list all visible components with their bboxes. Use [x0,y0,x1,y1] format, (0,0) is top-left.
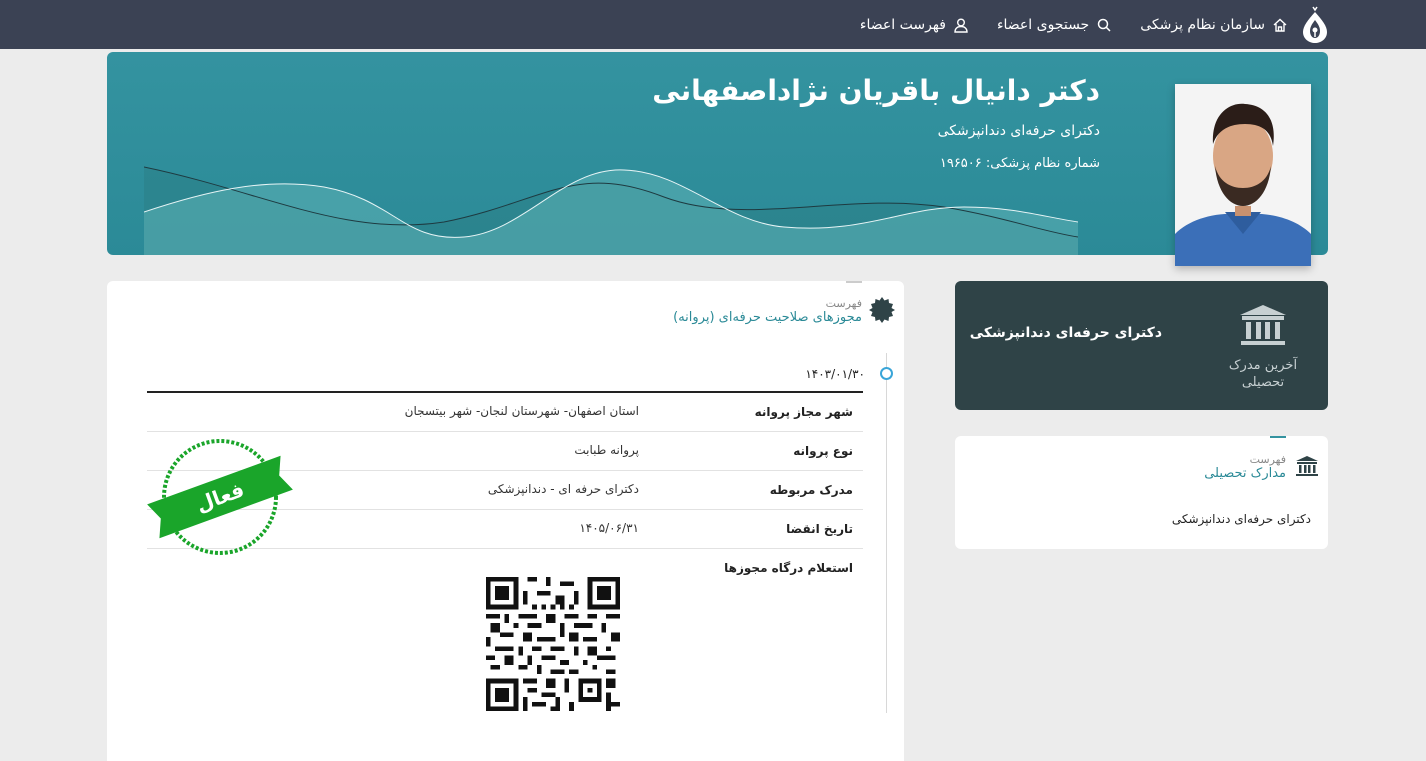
license-date: ۱۴۰۳/۰۱/۳۰ [805,367,865,381]
row-key: تاریخ انقضا [786,522,853,536]
row-key: نوع پروانه [793,444,853,458]
wave-decoration [144,166,1078,255]
documents-list-item[interactable]: دکترای حرفه‌ای دندانپزشکی [1172,512,1311,526]
badge-seal-icon [869,297,895,323]
row-value: استان اصفهان- شهرستان لنجان- شهر بیتسجان [404,404,639,418]
avatar [1175,84,1311,266]
nav-members-label: فهرست اعضاء [859,16,946,33]
top-navbar: سازمان نظام پزشکی جستجوی اعضاء فهرست اعض… [0,0,1426,49]
table-row: شهر مجاز پروانه استان اصفهان- شهرستان لن… [147,393,863,432]
medical-council-number: شماره نظام پزشکی: ۱۹۶۵۰۶ [939,156,1100,171]
licenses-heading: مجوزهای صلاحیت حرفه‌ای (پروانه) [673,310,862,325]
license-qr-code[interactable] [486,577,620,711]
licenses-caption: فهرست [825,297,862,310]
row-value: دکترای حرفه ای - دندانپزشکی [487,482,639,496]
nav-home[interactable]: سازمان نظام پزشکی [1140,17,1288,33]
nav-search-label: جستجوی اعضاء [996,16,1090,33]
active-stamp: فعال [147,439,293,555]
card-tick [846,281,862,283]
last-degree-card: آخرین مدرک تحصیلی دکترای حرفه‌ای دندانپز… [955,281,1328,410]
documents-caption: فهرست [1249,453,1286,466]
row-value: ۱۴۰۵/۰۶/۳۱ [579,521,639,535]
nav-home-label: سازمان نظام پزشکی [1140,16,1265,33]
profile-photo [1175,84,1311,266]
doctor-name: دکتر دانیال باقریان نژاداصفهانی [652,74,1100,107]
row-key: مدرک مربوطه [769,483,853,497]
documents-heading: مدارک تحصیلی [1204,466,1286,481]
university-icon [1240,305,1286,345]
licenses-card: فهرست مجوزهای صلاحیت حرفه‌ای (پروانه) ۱۴… [107,281,904,761]
row-key: استعلام درگاه مجوزها [724,561,853,575]
user-icon [954,18,968,33]
row-value: پروانه طبابت [574,443,639,457]
university-icon [1296,456,1318,476]
search-icon [1097,18,1111,32]
main-nav: سازمان نظام پزشکی جستجوی اعضاء فهرست اعض… [832,17,1288,33]
home-icon [1273,18,1287,32]
profile-banner: دکتر دانیال باقریان نژاداصفهانی دکترای ح… [107,52,1328,255]
timeline-line [886,353,887,713]
doctor-degree: دکترای حرفه‌ای دندانپزشکی [937,123,1100,139]
nav-members[interactable]: فهرست اعضاء [860,17,969,33]
timeline-dot [880,367,893,380]
last-degree-value: دکترای حرفه‌ای دندانپزشکی [969,325,1162,341]
row-key: شهر مجاز پروانه [754,405,853,419]
last-degree-label: آخرین مدرک تحصیلی [1228,358,1298,390]
card-tick [1270,436,1286,438]
education-documents-card: فهرست مدارک تحصیلی دکترای حرفه‌ای دندانپ… [955,436,1328,549]
medical-council-logo-icon[interactable] [1300,6,1330,44]
nav-search[interactable]: جستجوی اعضاء [997,17,1112,33]
